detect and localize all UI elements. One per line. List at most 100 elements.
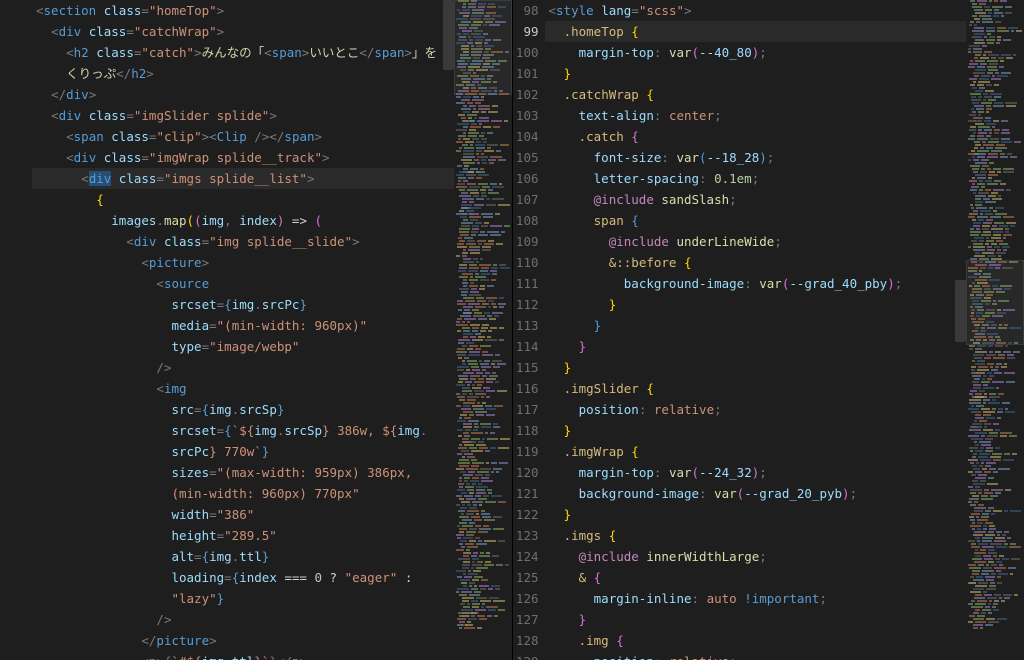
- line-number: 111: [513, 273, 549, 294]
- line-number: 107: [513, 189, 549, 210]
- code-line[interactable]: 125 & {: [513, 567, 1024, 588]
- code-line[interactable]: 122 }: [513, 504, 1024, 525]
- line-number: [0, 378, 36, 399]
- code-line[interactable]: height="289.5": [0, 525, 512, 546]
- code-line[interactable]: 117 position: relative;: [513, 399, 1024, 420]
- code-line[interactable]: srcset={img.srcPc}: [0, 294, 512, 315]
- code-line[interactable]: src={img.srcSp}: [0, 399, 512, 420]
- code-line[interactable]: <picture>: [0, 252, 512, 273]
- code-line[interactable]: くりっぷ</h2>: [0, 63, 512, 84]
- code-line[interactable]: 112 }: [513, 294, 1024, 315]
- code-line[interactable]: <img: [0, 378, 512, 399]
- line-number: 123: [513, 525, 549, 546]
- code-line[interactable]: <div class="imgWrap splide__track">: [0, 147, 512, 168]
- line-number: 106: [513, 168, 549, 189]
- code-line[interactable]: srcPc} 770w`}: [0, 441, 512, 462]
- code-line[interactable]: 99 .homeTop {: [513, 21, 1024, 42]
- right-minimap[interactable]: [966, 0, 1024, 660]
- code-line[interactable]: type="image/webp": [0, 336, 512, 357]
- left-code-area[interactable]: <section class="homeTop"> <div class="ca…: [0, 0, 512, 660]
- line-number: [0, 84, 36, 105]
- code-line[interactable]: 116 .imgSlider {: [513, 378, 1024, 399]
- line-number: 120: [513, 462, 549, 483]
- code-line[interactable]: "lazy"}: [0, 588, 512, 609]
- code-line[interactable]: <source: [0, 273, 512, 294]
- code-line[interactable]: 104 .catch {: [513, 126, 1024, 147]
- left-scrollbar[interactable]: [443, 0, 454, 660]
- line-number: 126: [513, 588, 549, 609]
- code-line[interactable]: 111 background-image: var(--grad_40_pby)…: [513, 273, 1024, 294]
- code-line[interactable]: loading={index === 0 ? "eager" :: [0, 567, 512, 588]
- line-number: 115: [513, 357, 549, 378]
- line-number: [0, 273, 36, 294]
- code-line[interactable]: {: [0, 189, 512, 210]
- code-line[interactable]: <p>{`#${img.ttl}`}</p>: [0, 651, 512, 660]
- code-line[interactable]: 120 margin-top: var(--24_32);: [513, 462, 1024, 483]
- code-line[interactable]: alt={img.ttl}: [0, 546, 512, 567]
- code-line[interactable]: 118 }: [513, 420, 1024, 441]
- code-line[interactable]: sizes="(max-width: 959px) 386px,: [0, 462, 512, 483]
- line-number: [0, 210, 36, 231]
- scrollbar-thumb[interactable]: [443, 0, 454, 70]
- code-line[interactable]: width="386": [0, 504, 512, 525]
- scrollbar-thumb[interactable]: [955, 280, 966, 342]
- code-line[interactable]: media="(min-width: 960px)": [0, 315, 512, 336]
- code-line[interactable]: <span class="clip"><Clip /></span>: [0, 126, 512, 147]
- code-line[interactable]: srcset={`${img.srcSp} 386w, ${img.: [0, 420, 512, 441]
- code-line[interactable]: 114 }: [513, 336, 1024, 357]
- code-line[interactable]: 105 font-size: var(--18_28);: [513, 147, 1024, 168]
- line-number: 99: [513, 21, 549, 42]
- code-line[interactable]: images.map((img, index) => (: [0, 210, 512, 231]
- code-line[interactable]: 106 letter-spacing: 0.1em;: [513, 168, 1024, 189]
- code-line[interactable]: <div class="imgs splide__list">: [0, 168, 512, 189]
- code-line[interactable]: 123 .imgs {: [513, 525, 1024, 546]
- code-line[interactable]: 115 }: [513, 357, 1024, 378]
- code-line[interactable]: <section class="homeTop">: [0, 0, 512, 21]
- line-number: 122: [513, 504, 549, 525]
- code-line[interactable]: 107 @include sandSlash;: [513, 189, 1024, 210]
- right-scrollbar[interactable]: [955, 0, 966, 660]
- left-editor-pane[interactable]: <section class="homeTop"> <div class="ca…: [0, 0, 513, 660]
- code-line[interactable]: <div class="imgSlider splide">: [0, 105, 512, 126]
- code-line[interactable]: 128 .img {: [513, 630, 1024, 651]
- code-line[interactable]: 100 margin-top: var(--40_80);: [513, 42, 1024, 63]
- line-number: [0, 399, 36, 420]
- code-line[interactable]: 103 text-align: center;: [513, 105, 1024, 126]
- code-line[interactable]: 109 @include underLineWide;: [513, 231, 1024, 252]
- line-number: [0, 294, 36, 315]
- code-line[interactable]: <div class="catchWrap">: [0, 21, 512, 42]
- code-line[interactable]: (min-width: 960px) 770px": [0, 483, 512, 504]
- code-line[interactable]: 129 position: relative;: [513, 651, 1024, 660]
- line-number: 110: [513, 252, 549, 273]
- code-line[interactable]: 121 background-image: var(--grad_20_pyb)…: [513, 483, 1024, 504]
- line-number: [0, 105, 36, 126]
- code-line[interactable]: 98<style lang="scss">: [513, 0, 1024, 21]
- code-line[interactable]: />: [0, 609, 512, 630]
- code-line[interactable]: 113 }: [513, 315, 1024, 336]
- line-number: 102: [513, 84, 549, 105]
- code-line[interactable]: 119 .imgWrap {: [513, 441, 1024, 462]
- code-line[interactable]: 108 span {: [513, 210, 1024, 231]
- code-line[interactable]: />: [0, 357, 512, 378]
- code-line[interactable]: 126 margin-inline: auto !important;: [513, 588, 1024, 609]
- left-minimap[interactable]: [454, 0, 512, 660]
- line-number: [0, 357, 36, 378]
- code-line[interactable]: 127 }: [513, 609, 1024, 630]
- code-line[interactable]: </picture>: [0, 630, 512, 651]
- line-number: [0, 0, 36, 21]
- code-line[interactable]: 101 }: [513, 63, 1024, 84]
- code-line[interactable]: 102 .catchWrap {: [513, 84, 1024, 105]
- right-editor-pane[interactable]: 98<style lang="scss">99 .homeTop {100 ma…: [513, 0, 1024, 660]
- line-number: [0, 336, 36, 357]
- line-number: [0, 609, 36, 630]
- code-line[interactable]: 110 &::before {: [513, 252, 1024, 273]
- line-number: 117: [513, 399, 549, 420]
- line-number: [0, 63, 36, 84]
- code-line[interactable]: <div class="img splide__slide">: [0, 231, 512, 252]
- code-line[interactable]: 124 @include innerWidthLarge;: [513, 546, 1024, 567]
- line-number: [0, 567, 36, 588]
- right-code-area[interactable]: 98<style lang="scss">99 .homeTop {100 ma…: [513, 0, 1024, 660]
- code-line[interactable]: </div>: [0, 84, 512, 105]
- code-line[interactable]: <h2 class="catch">みんなの「<span>いいとこ</span>…: [0, 42, 512, 63]
- line-number: [0, 441, 36, 462]
